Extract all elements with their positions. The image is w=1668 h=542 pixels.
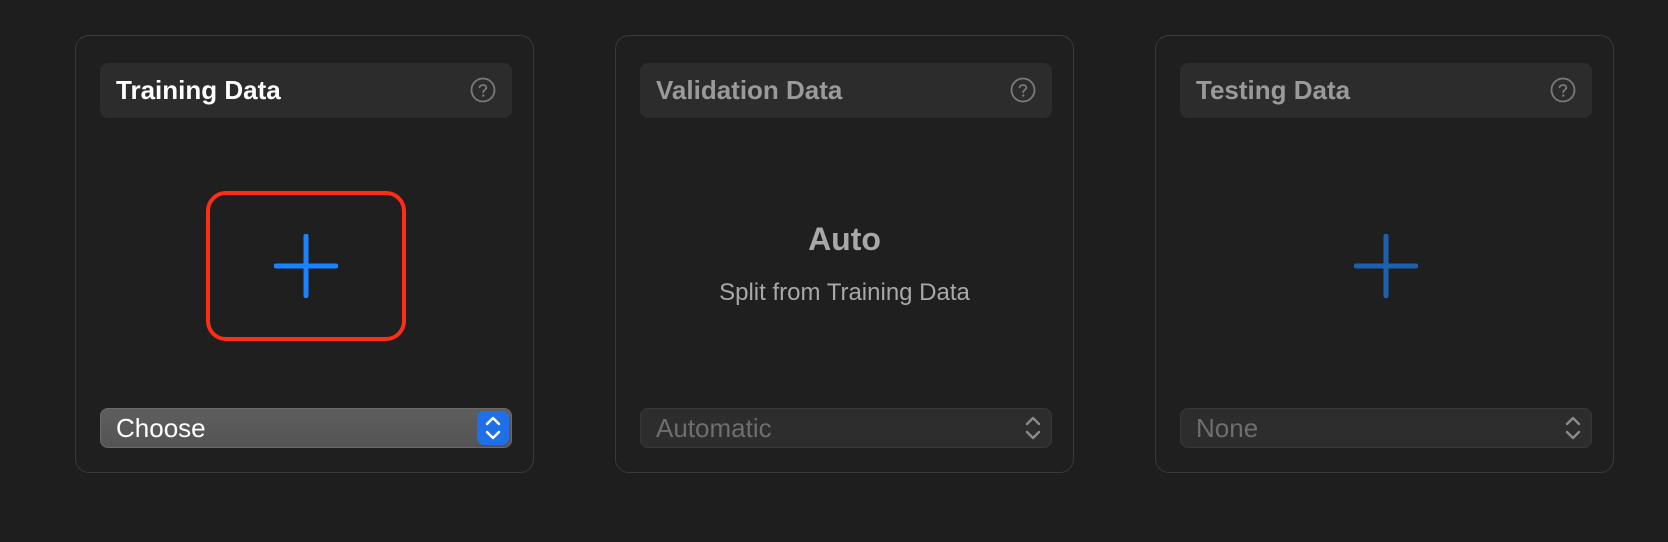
validation-auto-title: Auto [808,221,881,257]
data-sources-view: Training Data Choose Validation Data Aut… [0,0,1668,542]
help-icon[interactable] [470,77,496,103]
validation-data-popup[interactable]: Automatic [640,408,1052,448]
testing-data-panel: Testing Data None [1155,35,1614,473]
testing-data-add-button[interactable] [1286,191,1486,341]
popup-stepper [477,411,509,445]
chevron-up-down-icon [485,416,501,440]
validation-auto-subtitle: Split from Training Data [719,279,970,306]
validation-data-title: Validation Data [656,75,843,105]
validation-data-popup-value: Automatic [656,413,772,443]
popup-stepper [1017,411,1049,445]
training-data-popup[interactable]: Choose [100,408,512,448]
validation-data-panel: Validation Data Auto Split from Training… [615,35,1074,473]
help-icon[interactable] [1010,77,1036,103]
testing-data-popup-value: None [1196,413,1259,443]
validation-data-header: Validation Data [640,63,1052,118]
popup-stepper [1557,411,1589,445]
training-data-header: Training Data [100,63,512,118]
chevron-up-down-icon [1025,416,1041,440]
testing-data-header: Testing Data [1180,63,1592,118]
testing-data-popup[interactable]: None [1180,408,1592,448]
training-data-title: Training Data [116,75,281,105]
plus-icon [274,234,338,298]
plus-icon [1354,234,1418,298]
training-data-add-button[interactable] [206,191,406,341]
training-data-panel: Training Data Choose [75,35,534,473]
chevron-up-down-icon [1565,416,1581,440]
testing-data-title: Testing Data [1196,75,1351,105]
training-data-popup-value: Choose [116,413,206,443]
help-icon[interactable] [1550,77,1576,103]
